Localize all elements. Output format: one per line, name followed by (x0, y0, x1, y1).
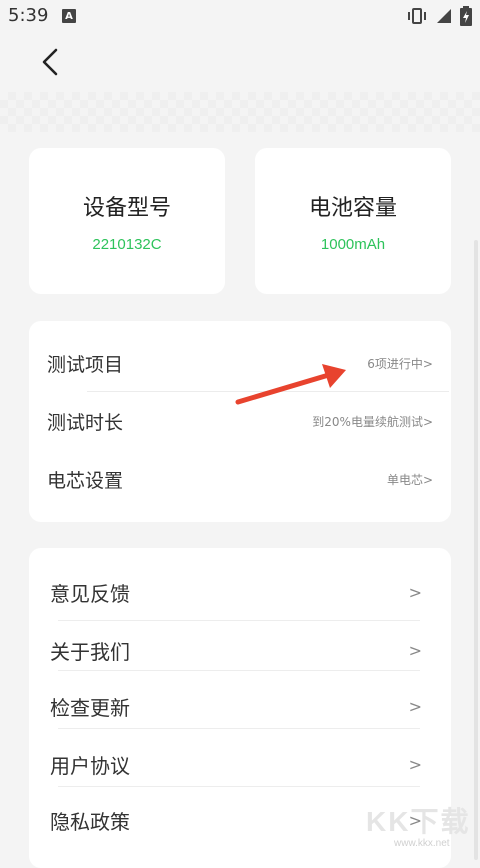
vibrate-icon (408, 8, 426, 24)
scrollbar[interactable] (474, 240, 478, 860)
test-items-value: 6项进行中> (367, 356, 433, 371)
divider (58, 670, 420, 671)
watermark-url: www.kkx.net (394, 838, 450, 849)
watermark: KK下载 www.kkx.net (366, 800, 476, 850)
menu-item-label: 检查更新 (50, 695, 130, 720)
divider (58, 786, 420, 787)
menu-item-label: 关于我们 (50, 639, 130, 664)
divider (58, 620, 420, 621)
notification-a-icon: A (62, 9, 76, 23)
status-bar: 5:39 A (0, 0, 480, 32)
test-duration-value: 到20%电量续航测试> (312, 414, 433, 429)
menu-item-label: 隐私政策 (50, 809, 130, 834)
cell-setting-label: 电芯设置 (47, 469, 124, 492)
chevron-right-icon: > (408, 754, 422, 774)
battery-capacity-card: 电池容量 1000mAh (255, 148, 451, 294)
menu-item-check-update[interactable]: 检查更新 > (50, 684, 422, 728)
device-model-value: 2210132C (92, 236, 162, 253)
signal-icon (437, 9, 451, 23)
chevron-right-icon: > (408, 640, 422, 660)
device-model-card: 设备型号 2210132C (29, 148, 225, 294)
test-duration-label: 测试时长 (47, 411, 124, 434)
back-button[interactable] (30, 42, 70, 82)
divider (58, 728, 420, 729)
watermark-logo: KK下载 (366, 806, 471, 837)
chevron-left-icon (42, 48, 58, 76)
red-arrow-annotation (235, 364, 346, 405)
menu-item-user-agreement[interactable]: 用户协议 > (50, 742, 422, 786)
battery-icon (460, 6, 472, 26)
app-header (0, 32, 480, 92)
cell-setting-row[interactable]: 电芯设置 单电芯> (47, 459, 433, 499)
menu-item-label: 意见反馈 (50, 581, 130, 606)
menu-item-about[interactable]: 关于我们 > (50, 628, 422, 672)
menu-item-feedback[interactable]: 意见反馈 > (50, 570, 422, 614)
battery-capacity-title: 电池容量 (308, 196, 397, 221)
test-items-label: 测试项目 (47, 353, 124, 376)
test-settings-card: 测试项目 6项进行中> 测试时长 到20%电量续航测试> 电芯设置 单电芯> (29, 321, 451, 522)
cell-setting-value: 单电芯> (386, 472, 433, 487)
menu-item-label: 用户协议 (50, 753, 130, 778)
battery-capacity-value: 1000mAh (320, 236, 386, 253)
chevron-right-icon: > (408, 696, 422, 716)
status-time: 5:39 (8, 5, 49, 26)
decorative-pattern (0, 92, 480, 132)
device-model-title: 设备型号 (82, 196, 171, 221)
status-icons (406, 6, 472, 26)
chevron-right-icon: > (408, 582, 422, 602)
